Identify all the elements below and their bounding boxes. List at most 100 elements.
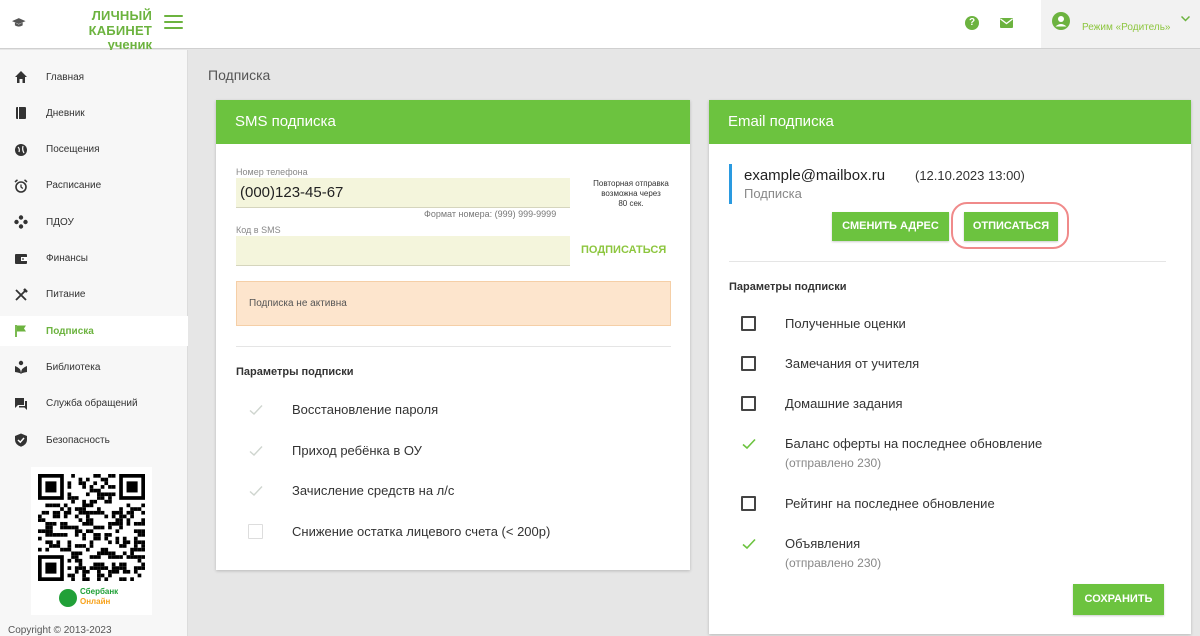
page-title: Подписка	[208, 67, 271, 83]
wallet-icon	[15, 253, 27, 264]
divider	[236, 346, 671, 347]
checkbox[interactable]	[248, 523, 263, 539]
sidebar-item-9[interactable]: Служба обращений	[0, 389, 188, 419]
user-mode-label: Режим «Родитель»	[1082, 22, 1171, 33]
option-label: Объявления	[785, 536, 861, 551]
option-sent-count: (отправлено 230)	[785, 556, 882, 570]
option-label: Замечания от учителя	[785, 356, 920, 371]
fork-knife-icon	[15, 287, 28, 301]
user-menu[interactable]: Режим «Родитель»	[1041, 0, 1200, 48]
subscribe-button[interactable]: ПОДПИСАТЬСЯ	[581, 244, 666, 256]
dots-icon	[14, 215, 28, 229]
option-label: Зачисление средств на л/с	[292, 483, 455, 498]
alarm-clock-icon	[14, 179, 28, 193]
resend-timer: Повторная отправка возможна через 80 сек…	[576, 179, 686, 209]
email-address: example@mailbox.ru	[744, 167, 886, 184]
flag-icon	[15, 325, 26, 338]
sidebar-item-8[interactable]: Библиотека	[0, 352, 188, 382]
divider	[729, 261, 1166, 262]
checkbox[interactable]	[741, 356, 756, 371]
phone-label: Номер телефона	[236, 167, 308, 177]
checkbox[interactable]	[741, 396, 756, 411]
qr-block: Сбербанк Онлайн	[31, 467, 152, 615]
option-label: Домашние задания	[785, 396, 903, 411]
sidebar-item-label: Служба обращений	[46, 398, 138, 410]
checkmark-icon[interactable]	[741, 436, 757, 452]
sidebar-item-label: Дневник	[46, 107, 85, 119]
sidebar-item-5[interactable]: Финансы	[0, 244, 188, 274]
sberbank-logo: Сбербанк Онлайн	[59, 587, 129, 611]
sidebar-item-label: Подписка	[46, 325, 94, 337]
email-card-title: Email подписка	[709, 100, 1191, 144]
email-params-title: Параметры подписки	[729, 281, 847, 293]
copyright: Copyright © 2013-2023	[8, 625, 112, 636]
checkbox[interactable]	[741, 496, 756, 511]
change-address-button[interactable]: СМЕНИТЬ АДРЕС	[832, 212, 949, 241]
shield-check-icon	[15, 433, 27, 447]
email-date: (12.10.2023 13:00)	[915, 168, 1025, 183]
checkmark-icon[interactable]	[248, 443, 264, 459]
sidebar-item-10[interactable]: Безопасность	[0, 425, 188, 455]
email-status: Подписка	[744, 186, 802, 201]
email-accent-bar	[729, 164, 732, 204]
option-sent-count: (отправлено 230)	[785, 456, 882, 470]
graduation-cap-icon	[12, 18, 26, 27]
sms-subscription-card: SMS подписка Номер телефона Формат номер…	[216, 100, 690, 570]
phone-format-hint: Формат номера: (999) 999-9999	[424, 209, 557, 219]
checkmark-icon[interactable]	[741, 536, 757, 552]
account-circle-icon	[1052, 12, 1070, 30]
sidebar-item-4[interactable]: ПДОУ	[0, 207, 188, 237]
option-label: Приход ребёнка в ОУ	[292, 442, 422, 458]
resend-line1: Повторная отправка	[593, 179, 669, 188]
option-label: Рейтинг на последнее обновление	[785, 496, 995, 511]
checkmark-icon[interactable]	[248, 402, 264, 418]
save-button[interactable]: СОХРАНИТЬ	[1073, 584, 1164, 615]
option-label: Восстановление пароля	[292, 402, 439, 417]
sms-code-label: Код в SMS	[236, 225, 281, 235]
sidebar-item-label: Финансы	[46, 253, 88, 264]
sberbank-icon	[59, 589, 77, 607]
book-icon	[16, 107, 26, 120]
sidebar: Главная Дневник Посещения Расписание ПДОУ Фин…	[0, 50, 188, 636]
sber-line1: Сбербанк	[80, 587, 119, 596]
resend-line3: 80 сек.	[618, 199, 644, 208]
mail-icon[interactable]	[1000, 18, 1013, 28]
sidebar-item-3[interactable]: Расписание	[0, 171, 188, 201]
highlight-ring	[951, 202, 1069, 249]
phone-input[interactable]	[236, 178, 570, 208]
sidebar-item-2[interactable]: Посещения	[0, 135, 188, 165]
menu-toggle-icon[interactable]	[164, 15, 183, 31]
sms-code-input[interactable]	[236, 236, 570, 266]
globe-icon	[15, 143, 27, 156]
checkmark-icon[interactable]	[248, 483, 264, 499]
checkbox[interactable]	[741, 316, 756, 331]
qr-code[interactable]	[38, 474, 145, 581]
sidebar-item-label: Расписание	[46, 180, 102, 192]
option-label: Баланс оферты на последнее обновление	[785, 436, 1043, 451]
logo[interactable]: ЛИЧНЫЙ КАБИНЕТ ученик	[12, 8, 152, 52]
sidebar-item-label: Главная	[46, 71, 85, 83]
option-label: Полученные оценки	[785, 316, 906, 331]
chat-icon	[15, 397, 27, 410]
option-label: Снижение остатка лицевого счета (< 200р)	[292, 523, 551, 539]
sidebar-item-7[interactable]: Подписка	[0, 316, 188, 347]
status-alert: Подписка не активна	[236, 281, 671, 326]
email-subscription-card: Email подписка example@mailbox.ru (12.10…	[709, 100, 1191, 634]
sber-line2: Онлайн	[80, 597, 111, 606]
help-icon[interactable]: ?	[965, 16, 979, 30]
sms-params-title: Параметры подписки	[236, 366, 354, 378]
home-icon	[15, 71, 27, 83]
sidebar-item-6[interactable]: Питание	[0, 280, 188, 310]
sidebar-item-label: Безопасность	[46, 434, 110, 446]
sidebar-item-label: ПДОУ	[46, 216, 74, 228]
sidebar-item-label: Посещения	[46, 144, 100, 156]
chevron-down-icon	[1181, 16, 1190, 22]
sidebar-item-label: Библиотека	[46, 361, 101, 373]
top-bar: ЛИЧНЫЙ КАБИНЕТ ученик ? Режим «Родитель»	[0, 0, 1200, 52]
sms-card-title: SMS подписка	[216, 100, 690, 144]
resend-line2: возможна через	[601, 189, 661, 198]
logo-title: ЛИЧНЫЙ КАБИНЕТ	[88, 8, 152, 38]
reader-icon	[15, 361, 27, 375]
sidebar-item-1[interactable]: Дневник	[0, 98, 188, 128]
sidebar-item-0[interactable]: Главная	[0, 62, 188, 92]
